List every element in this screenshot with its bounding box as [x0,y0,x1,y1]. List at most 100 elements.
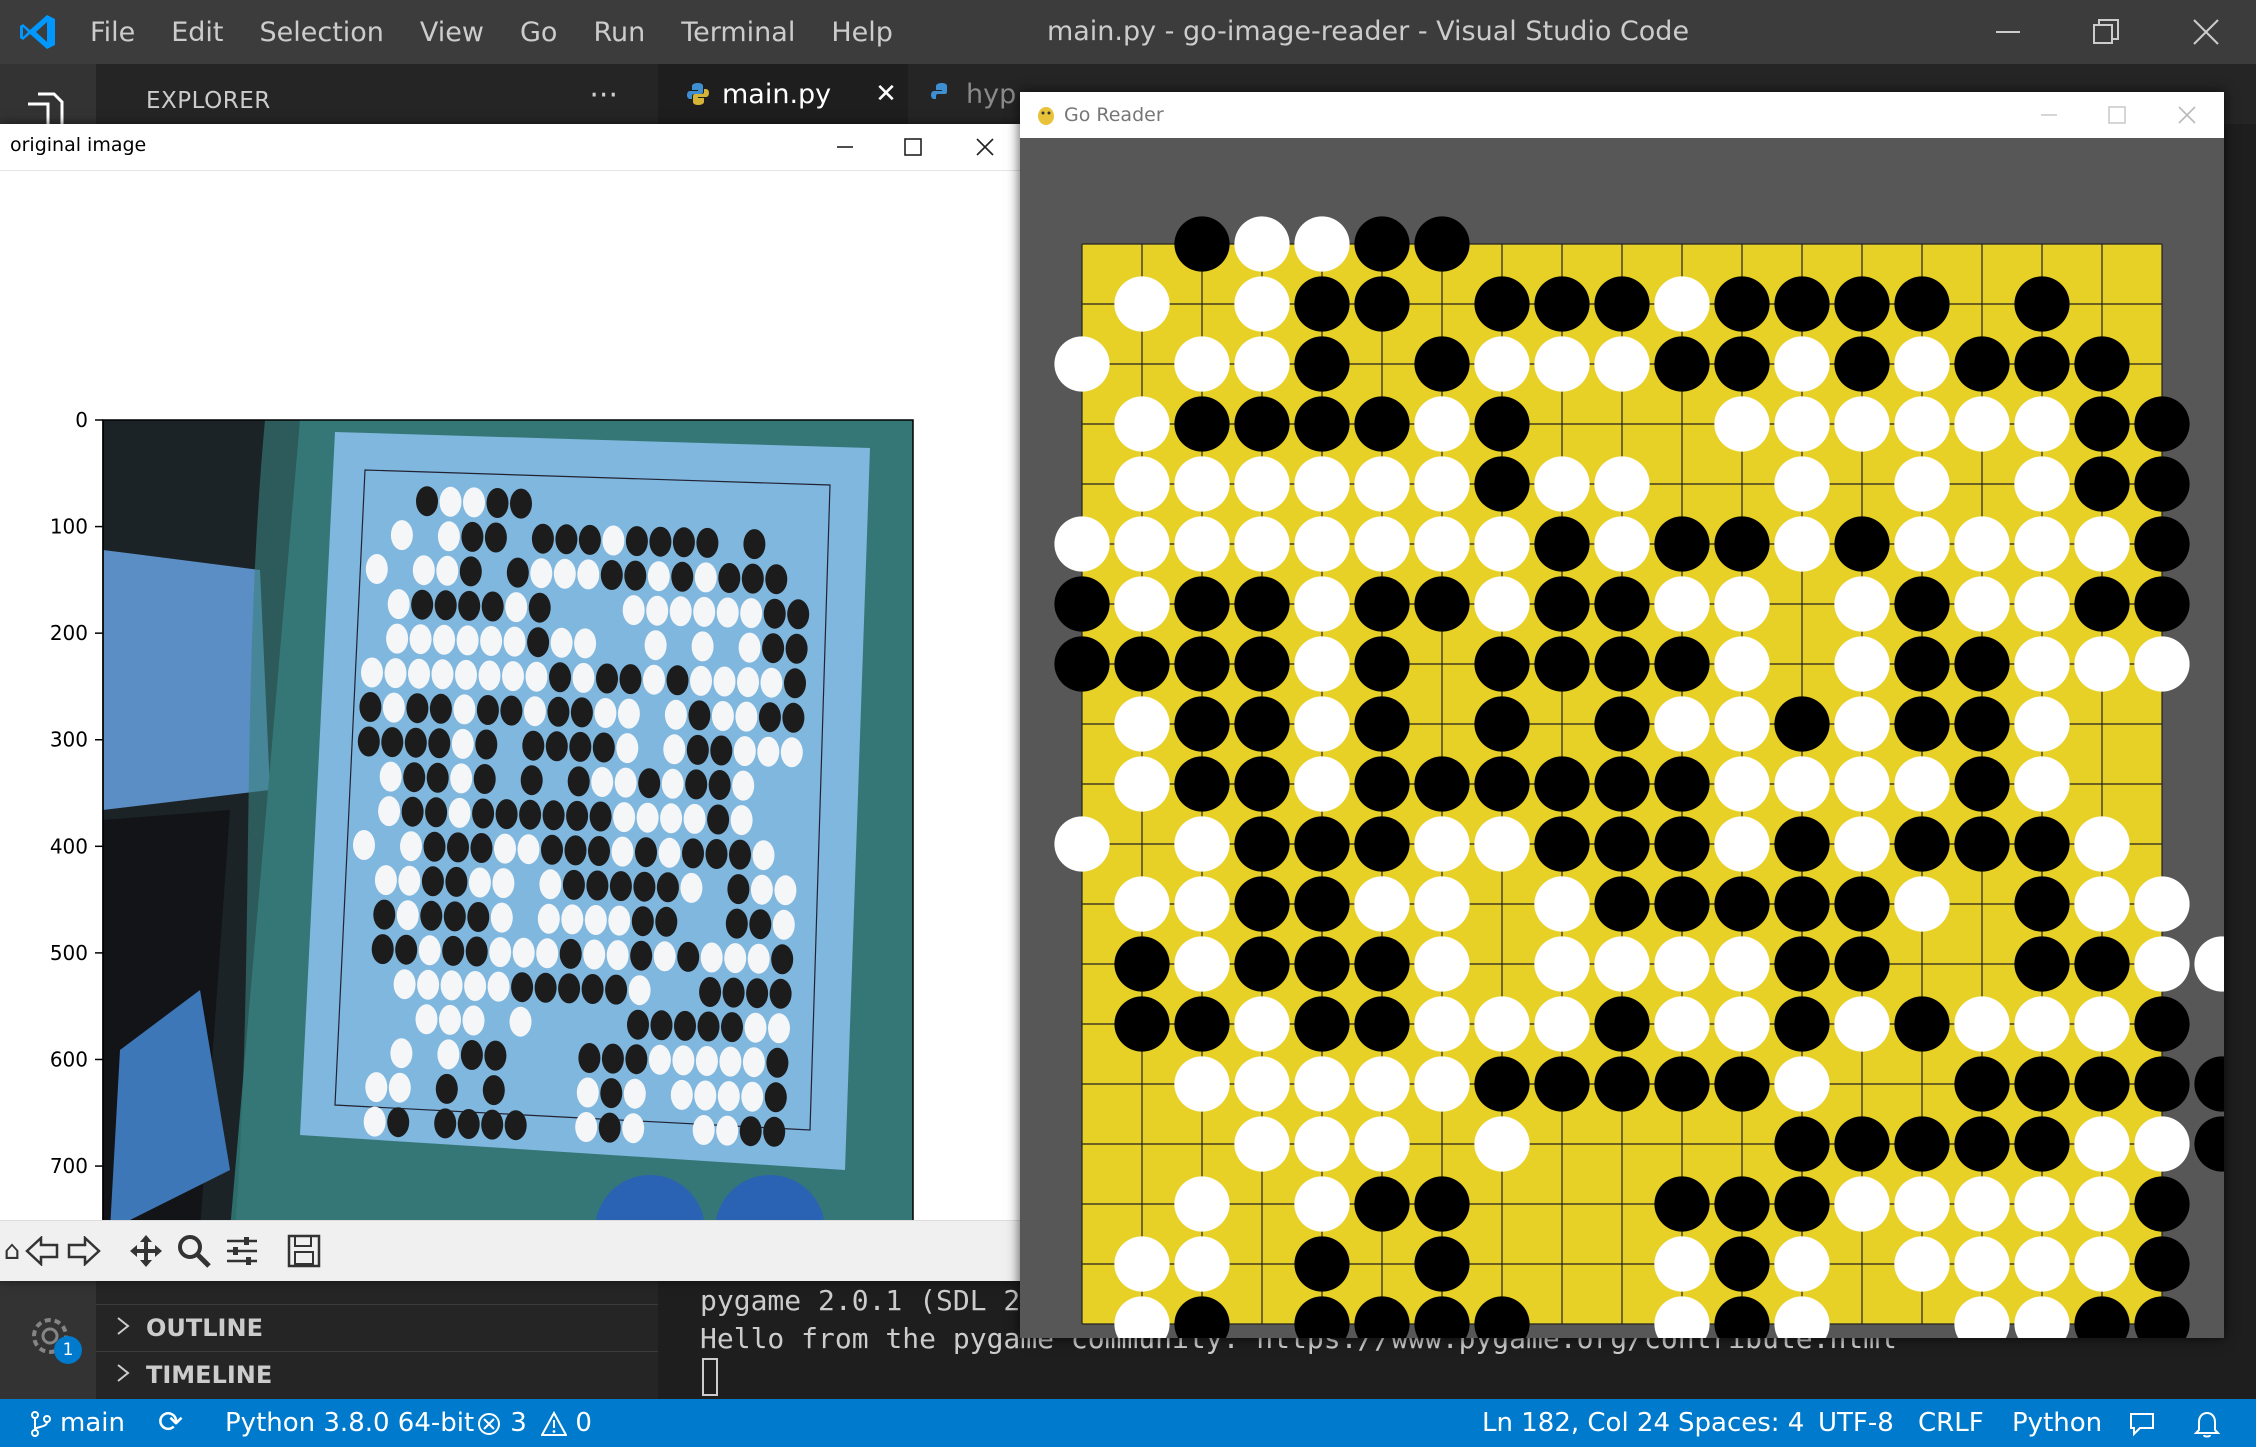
photo-white-stone [523,696,546,727]
photo-white-stone [742,1047,765,1078]
white-stone [1294,1056,1350,1112]
black-stone [1414,1176,1470,1232]
photo-black-stone [465,936,488,967]
black-stone [1954,336,2010,392]
photo-white-stone [752,840,775,871]
black-stone [1834,936,1890,992]
white-stone [1114,876,1170,932]
minimize-icon [2041,114,2057,116]
go-reader-window: Go Reader [1020,92,2224,1338]
go-close-button[interactable] [2152,92,2222,138]
menu-go[interactable]: Go [502,17,575,48]
outline-section[interactable]: OUTLINE [96,1304,658,1351]
plot-figure: 0 100 200 300 400 500 600 700 0 100 200 300 400 500 6… [50,408,914,1220]
photo-white-stone [503,626,526,657]
photo-white-stone [663,734,686,765]
white-stone [1294,516,1350,572]
photo-white-stone [747,943,770,974]
black-stone [2074,936,2130,992]
photo-black-stone [784,668,806,699]
language-mode[interactable]: Python [2012,1399,2102,1447]
branch-indicator[interactable]: main [30,1399,125,1447]
black-stone [2194,1056,2224,1112]
black-stone [1954,1116,2010,1172]
menu-file[interactable]: File [72,17,153,48]
forward-button[interactable] [64,1231,104,1271]
problems-indicator[interactable]: 3 0 [476,1399,592,1447]
photo-white-stone [374,865,397,896]
explorer-files-icon[interactable] [24,86,72,126]
menu-view[interactable]: View [402,17,502,48]
white-stone [1774,1056,1830,1112]
pan-button[interactable] [126,1231,166,1271]
go-minimize-button[interactable] [2014,92,2084,138]
arrow-left-icon [25,1236,59,1266]
python-interpreter[interactable]: Python 3.8.0 64-bit [225,1399,474,1447]
photo-black-stone [624,560,647,591]
photo-black-stone [705,839,728,869]
go-maximize-button[interactable] [2082,92,2152,138]
menu-run[interactable]: Run [575,17,663,48]
photo-white-stone [468,867,491,898]
photo-black-stone [743,529,766,560]
zoom-button[interactable] [174,1231,214,1271]
photo-white-stone [591,767,614,797]
more-actions-button[interactable]: ··· [589,78,618,113]
menu-edit[interactable]: Edit [153,17,241,48]
photo-black-stone [558,973,581,1004]
go-board-canvas[interactable] [1020,138,2224,1338]
photo-black-stone [601,1043,624,1074]
restore-button[interactable] [2058,0,2154,64]
black-stone [1414,756,1470,812]
white-stone [2014,516,2070,572]
cursor-position[interactable]: Ln 182, Col 24 [1482,1399,1670,1447]
feedback-button[interactable] [2128,1399,2156,1447]
timeline-section[interactable]: TIMELINE [96,1351,658,1398]
plot-minimize-button[interactable] [810,124,880,170]
line-ending[interactable]: CRLF [1918,1399,1984,1447]
sync-button[interactable]: ⟳ [158,1399,183,1447]
photo-black-stone [484,522,507,553]
encoding[interactable]: UTF-8 [1818,1399,1894,1447]
photo-white-stone [439,486,462,517]
photo-black-stone [627,1009,649,1040]
white-stone [1474,816,1530,872]
plot-close-button[interactable] [950,124,1020,170]
minimize-button[interactable] [1960,0,2056,64]
photo-black-stone [708,770,731,800]
photo-white-stone [760,667,783,698]
y-axis: 0 100 200 300 400 500 600 700 [50,408,104,1220]
notifications-button[interactable] [2193,1399,2221,1447]
photo-white-stone [363,1106,386,1137]
configure-button[interactable] [222,1231,262,1271]
tab-main-py[interactable]: main.py ✕ [658,64,908,124]
black-stone [1414,336,1470,392]
y-tick-label: 0 [75,408,88,432]
zoom-magnifier-icon [178,1235,211,1268]
photo-white-stone [361,657,383,688]
photo-white-stone [772,909,795,940]
save-button[interactable] [284,1231,324,1271]
minimize-icon [837,146,853,148]
black-stone [1294,396,1350,452]
photo-black-stone [589,801,612,832]
close-tab-button[interactable]: ✕ [875,79,897,109]
menu-help[interactable]: Help [813,17,911,48]
black-stone [1174,576,1230,632]
black-stone [2074,1056,2130,1112]
manage-button[interactable]: 1 [22,1308,82,1364]
y-tick-label: 300 [50,728,88,752]
menu-selection[interactable]: Selection [241,17,401,48]
back-button[interactable] [22,1231,62,1271]
menu-terminal[interactable]: Terminal [663,17,813,48]
close-window-button[interactable] [2158,0,2254,64]
plot-maximize-button[interactable] [878,124,948,170]
feedback-icon [2130,1412,2154,1436]
photo-white-stone [691,631,714,662]
photo-white-stone [738,632,761,663]
photo-image[interactable] [103,420,913,1220]
indentation[interactable]: Spaces: 4 [1678,1399,1804,1447]
photo-black-stone [656,872,679,903]
photo-black-stone [785,633,808,664]
error-count: 3 [510,1408,527,1438]
